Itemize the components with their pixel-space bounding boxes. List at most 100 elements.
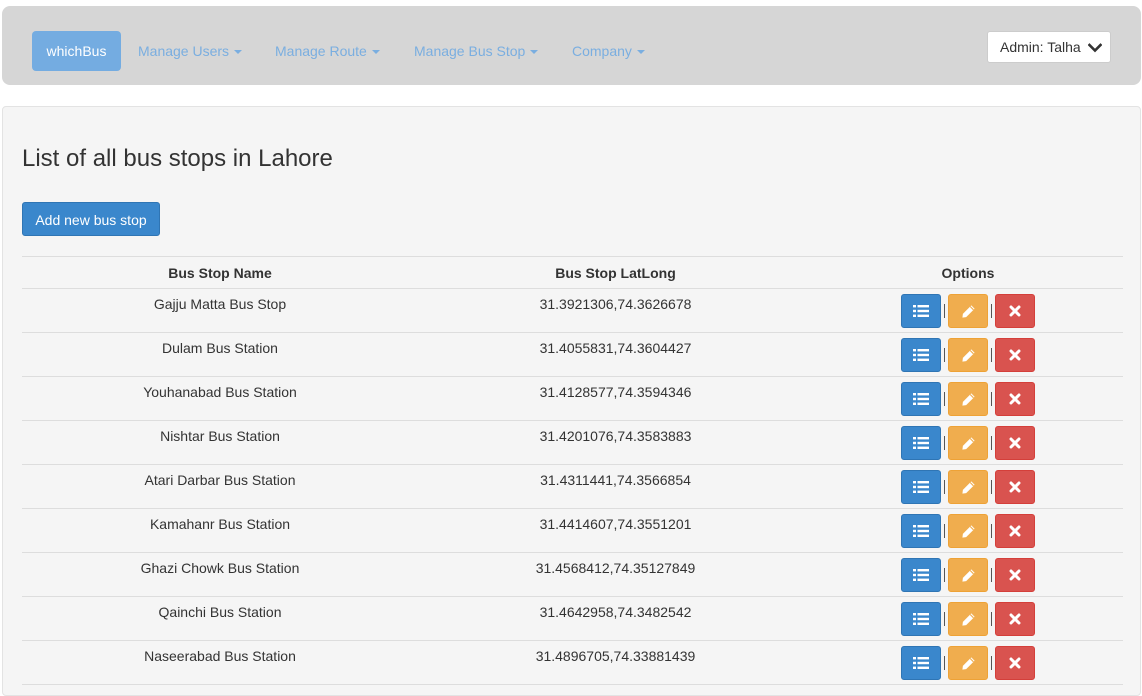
- list-icon: [913, 568, 929, 582]
- edit-button[interactable]: [948, 558, 988, 592]
- nav-manage-bus-stop[interactable]: Manage Bus Stop: [414, 31, 539, 71]
- pencil-icon: [961, 436, 976, 451]
- options-separator: [944, 568, 945, 582]
- delete-button[interactable]: [995, 294, 1035, 328]
- options-separator: [944, 480, 945, 494]
- view-details-button[interactable]: [901, 426, 941, 460]
- view-details-button[interactable]: [901, 470, 941, 504]
- delete-button[interactable]: [995, 646, 1035, 680]
- table-row: Atari Darbar Bus Station 31.4311441,74.35…: [22, 464, 1123, 509]
- nav-manage-bus-stop-label: Manage Bus Stop: [414, 43, 526, 59]
- view-details-button[interactable]: [901, 602, 941, 636]
- options-separator: [944, 612, 945, 626]
- delete-button[interactable]: [995, 602, 1035, 636]
- close-icon: [1009, 393, 1021, 405]
- column-header-latlong: Bus Stop LatLong: [418, 256, 813, 289]
- delete-button[interactable]: [995, 470, 1035, 504]
- options-separator: [991, 436, 992, 450]
- nav-manage-route[interactable]: Manage Route: [275, 31, 380, 71]
- bus-stop-name: Atari Darbar Bus Station: [22, 464, 418, 509]
- bus-stop-latlong: 31.4642958,74.3482542: [418, 596, 813, 641]
- row-options: [813, 552, 1123, 597]
- bus-stop-latlong: 31.4896705,74.33881439: [418, 640, 813, 685]
- options-separator: [991, 348, 992, 362]
- bus-stop-name: Gajju Matta Bus Stop: [22, 288, 418, 333]
- bus-stops-table: Bus Stop Name Bus Stop LatLong Options G…: [22, 256, 1123, 685]
- row-options: [813, 640, 1123, 685]
- options-separator: [991, 656, 992, 670]
- bus-stop-latlong: 31.4311441,74.3566854: [418, 464, 813, 509]
- page-title: List of all bus stops in Lahore: [22, 145, 333, 172]
- pencil-icon: [961, 348, 976, 363]
- delete-button[interactable]: [995, 382, 1035, 416]
- main-panel: List of all bus stops in Lahore Add new …: [2, 106, 1141, 696]
- row-options: [813, 464, 1123, 509]
- column-header-options: Options: [813, 256, 1123, 289]
- options-separator: [991, 304, 992, 318]
- navbar: whichBus Manage Users Manage Route Manag…: [2, 6, 1141, 85]
- close-icon: [1009, 613, 1021, 625]
- table-row: Kamahanr Bus Station 31.4414607,74.355120…: [22, 508, 1123, 553]
- bus-stop-latlong: 31.4128577,74.3594346: [418, 376, 813, 421]
- edit-button[interactable]: [948, 602, 988, 636]
- delete-button[interactable]: [995, 514, 1035, 548]
- table-row: Gajju Matta Bus Stop 31.3921306,74.362667…: [22, 288, 1123, 333]
- table-header-row: Bus Stop Name Bus Stop LatLong Options: [22, 256, 1123, 289]
- nav-manage-users-label: Manage Users: [138, 43, 230, 59]
- view-details-button[interactable]: [901, 558, 941, 592]
- view-details-button[interactable]: [901, 646, 941, 680]
- close-icon: [1009, 481, 1021, 493]
- view-details-button[interactable]: [901, 382, 941, 416]
- table-row: Naseerabad Bus Station 31.4896705,74.3388…: [22, 640, 1123, 685]
- edit-button[interactable]: [948, 470, 988, 504]
- options-group: [901, 646, 1035, 680]
- list-icon: [913, 392, 929, 406]
- options-group: [901, 338, 1035, 372]
- edit-button[interactable]: [948, 426, 988, 460]
- list-icon: [913, 612, 929, 626]
- delete-button[interactable]: [995, 558, 1035, 592]
- edit-button[interactable]: [948, 514, 988, 548]
- bus-stop-name: Dulam Bus Station: [22, 332, 418, 377]
- admin-dropdown-button[interactable]: Admin: Talha: [987, 31, 1111, 63]
- bus-stop-latlong: 31.4414607,74.3551201: [418, 508, 813, 553]
- row-options: [813, 596, 1123, 641]
- options-group: [901, 602, 1035, 636]
- options-separator: [991, 524, 992, 538]
- edit-button[interactable]: [948, 294, 988, 328]
- row-options: [813, 420, 1123, 465]
- brand-link[interactable]: whichBus: [32, 31, 121, 71]
- options-separator: [991, 612, 992, 626]
- caret-down-icon: [371, 50, 380, 55]
- view-details-button[interactable]: [901, 514, 941, 548]
- close-icon: [1009, 525, 1021, 537]
- table-row: Ghazi Chowk Bus Station 31.4568412,74.351…: [22, 552, 1123, 597]
- table-row: Youhanabad Bus Station 31.4128577,74.3594…: [22, 376, 1123, 421]
- pencil-icon: [961, 392, 976, 407]
- edit-button[interactable]: [948, 646, 988, 680]
- view-details-button[interactable]: [901, 294, 941, 328]
- admin-label: Admin: Talha: [1000, 39, 1081, 55]
- nav-company-label: Company: [572, 43, 632, 59]
- delete-button[interactable]: [995, 338, 1035, 372]
- nav-manage-users[interactable]: Manage Users: [138, 31, 243, 71]
- add-bus-stop-button[interactable]: Add new bus stop: [22, 202, 160, 236]
- row-options: [813, 288, 1123, 333]
- delete-button[interactable]: [995, 426, 1035, 460]
- edit-button[interactable]: [948, 338, 988, 372]
- bus-stop-name: Naseerabad Bus Station: [22, 640, 418, 685]
- options-group: [901, 382, 1035, 416]
- row-options: [813, 508, 1123, 553]
- list-icon: [913, 480, 929, 494]
- edit-button[interactable]: [948, 382, 988, 416]
- bus-stop-name: Youhanabad Bus Station: [22, 376, 418, 421]
- close-icon: [1009, 305, 1021, 317]
- bus-stop-latlong: 31.4201076,74.3583883: [418, 420, 813, 465]
- options-group: [901, 426, 1035, 460]
- close-icon: [1009, 349, 1021, 361]
- bus-stop-latlong: 31.3921306,74.3626678: [418, 288, 813, 333]
- options-separator: [944, 656, 945, 670]
- view-details-button[interactable]: [901, 338, 941, 372]
- nav-company[interactable]: Company: [572, 31, 645, 71]
- close-icon: [1009, 657, 1021, 669]
